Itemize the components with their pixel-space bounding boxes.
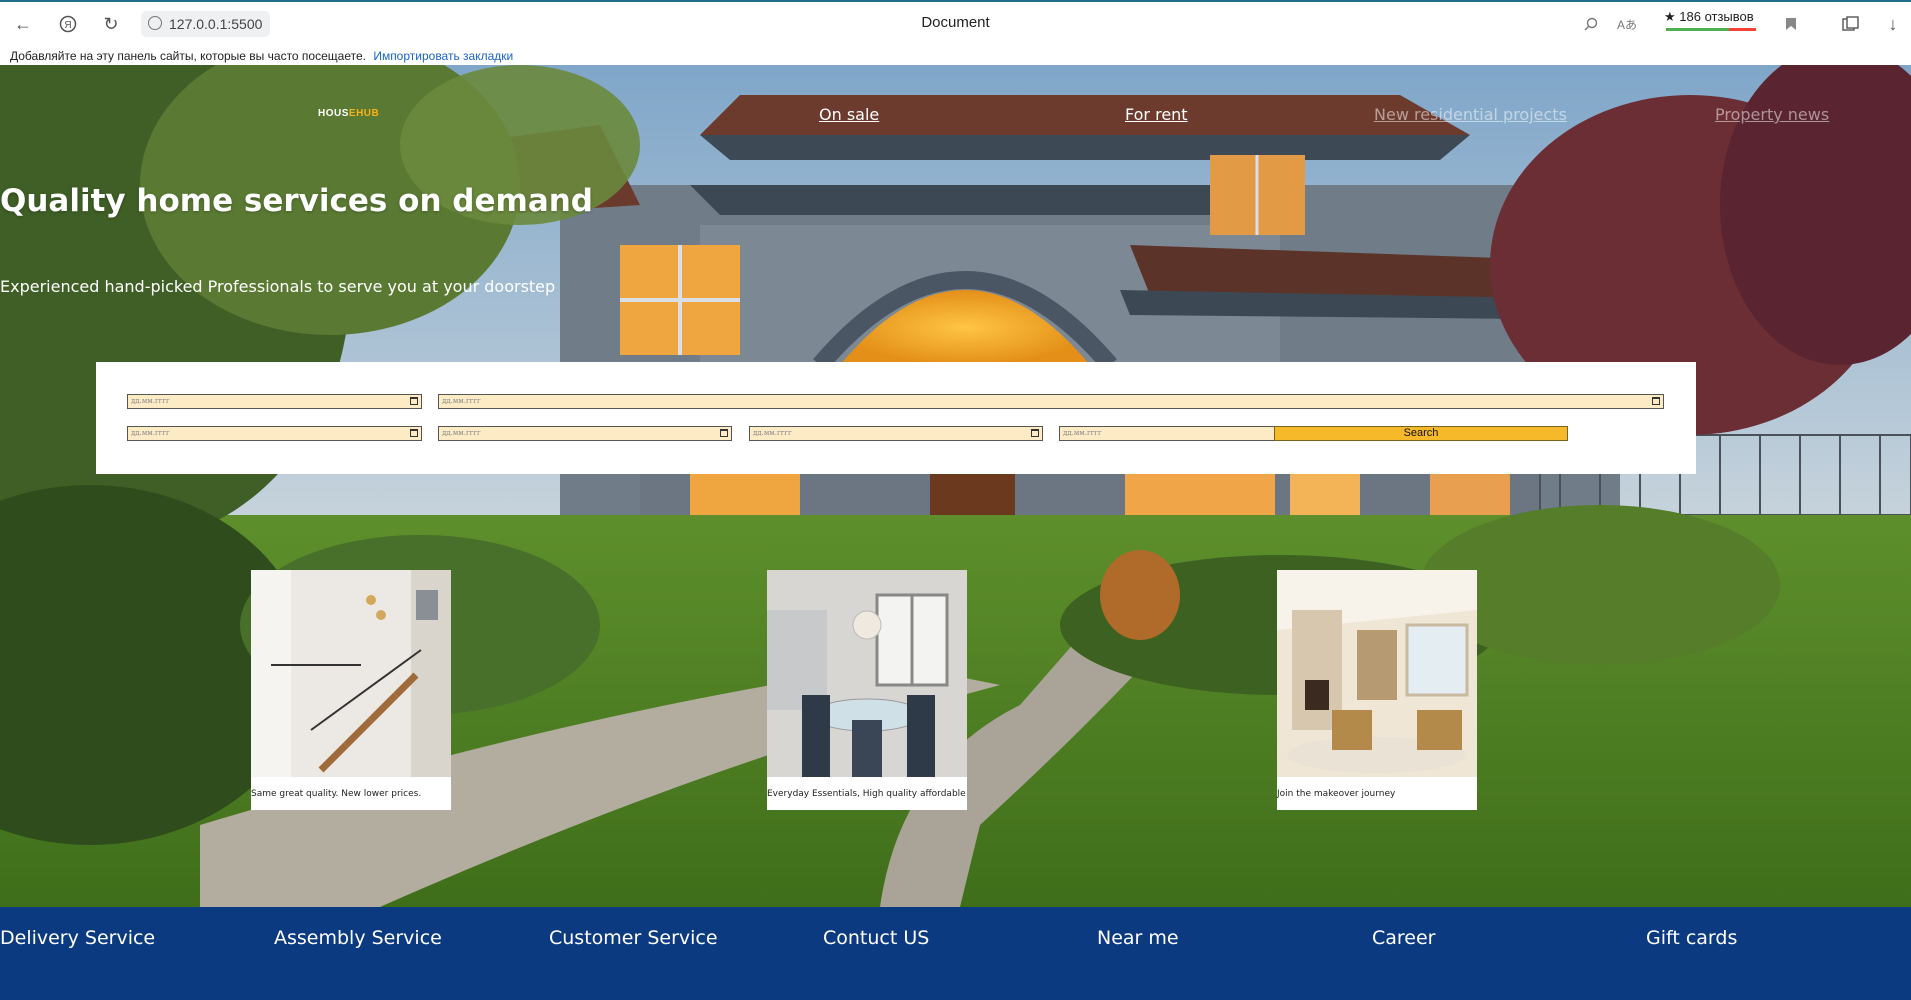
calendar-icon[interactable]	[410, 397, 418, 405]
bookmarks-prompt: Добавляйте на эту панель сайты, которые …	[10, 49, 366, 63]
nav-new-residential-projects[interactable]: New residential projects	[1374, 105, 1567, 124]
date-input-4[interactable]: дд.мм.гггг	[438, 426, 732, 441]
footer-link-assembly-service[interactable]: Assembly Service	[274, 927, 442, 949]
hero-title: Quality home services on demand	[0, 183, 593, 219]
date-input-3[interactable]: дд.мм.гггг	[127, 426, 422, 441]
calendar-icon[interactable]	[720, 429, 728, 437]
nav-for-rent[interactable]: For rent	[1125, 105, 1188, 124]
page: HOUSEHUB On sale For rent New residentia…	[0, 65, 1911, 1000]
footer-link-contact-us[interactable]: Contuct US	[823, 927, 929, 949]
search-panel	[96, 362, 1696, 474]
card-image-dining	[767, 570, 967, 777]
card-image-living-room	[1277, 570, 1477, 777]
site-logo[interactable]: HOUSEHUB	[318, 108, 379, 119]
card-caption: Join the makeover journey	[1277, 789, 1396, 799]
calendar-icon[interactable]	[410, 429, 418, 437]
date-input-2[interactable]: дд.мм.гггг	[438, 394, 1664, 409]
nav-property-news[interactable]: Property news	[1715, 105, 1829, 124]
translate-icon[interactable]: Aあ	[1614, 11, 1640, 37]
card-caption: Everyday Essentials, High quality afford…	[767, 789, 966, 799]
footer: Delivery Service Assembly Service Custom…	[0, 907, 1911, 1000]
browser-chrome: ← Я ↻ 127.0.0.1:5500 Document Aあ ★ 186 о…	[0, 0, 1911, 65]
service-card[interactable]: Same great quality. New lower prices.	[251, 570, 451, 810]
download-icon[interactable]: ↓	[1880, 11, 1906, 37]
card-image-stairs	[251, 570, 451, 777]
collections-icon[interactable]	[1838, 11, 1864, 37]
bookmarks-bar: Добавляйте на эту панель сайты, которые …	[10, 49, 513, 63]
service-card[interactable]: Join the makeover journey	[1277, 570, 1477, 810]
footer-link-delivery-service[interactable]: Delivery Service	[0, 927, 155, 949]
nav-on-sale[interactable]: On sale	[819, 105, 879, 124]
search-page-icon[interactable]	[1578, 11, 1604, 37]
service-card[interactable]: Everyday Essentials, High quality afford…	[767, 570, 967, 810]
search-button[interactable]: Search	[1274, 426, 1568, 441]
calendar-icon[interactable]	[1652, 397, 1660, 405]
footer-link-career[interactable]: Career	[1372, 927, 1436, 949]
footer-link-gift-cards[interactable]: Gift cards	[1646, 927, 1737, 949]
import-bookmarks-link[interactable]: Импортировать закладки	[373, 49, 513, 63]
reviews-badge[interactable]: ★ 186 отзывов	[1664, 9, 1754, 25]
bookmark-icon[interactable]	[1778, 11, 1804, 37]
card-caption: Same great quality. New lower prices.	[251, 789, 422, 799]
logo-main: HOUS	[318, 108, 349, 119]
date-input-1[interactable]: дд.мм.гггг	[127, 394, 422, 409]
logo-accent: EHUB	[348, 108, 380, 119]
footer-link-near-me[interactable]: Near me	[1097, 927, 1179, 949]
hero-subtitle: Experienced hand-picked Professionals to…	[0, 277, 556, 296]
footer-link-customer-service[interactable]: Customer Service	[549, 927, 718, 949]
reviews-rating-bar	[1666, 28, 1756, 31]
date-input-5[interactable]: дд.мм.гггг	[749, 426, 1043, 441]
calendar-icon[interactable]	[1031, 429, 1039, 437]
